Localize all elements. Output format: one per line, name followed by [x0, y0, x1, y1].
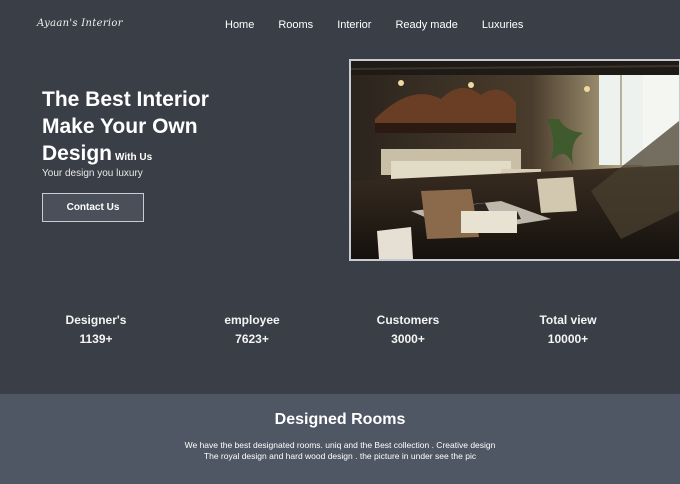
hero-title-suffix: With Us	[115, 152, 153, 163]
stat-value: 3000+	[391, 332, 425, 346]
hero-title-line-3: Design	[42, 142, 113, 165]
room-photo-illustration	[351, 61, 679, 259]
hero-title-line-2: Make Your Own	[42, 115, 198, 138]
hero-subtitle: Your design you luxury	[42, 168, 143, 179]
stat-total-view: Total view 10000+	[524, 313, 612, 346]
hero-title: The Best Interior Make Your Own Design Wi…	[42, 86, 302, 171]
stat-value: 7623+	[235, 332, 269, 346]
nav-ready-made-link[interactable]: Ready made	[395, 19, 457, 31]
hero-room-image	[349, 59, 680, 261]
stat-label: Total view	[539, 313, 597, 327]
stat-employee: employee 7623+	[208, 313, 296, 346]
hero-title-line-1: The Best Interior	[42, 88, 209, 111]
stat-value: 1139+	[79, 332, 113, 346]
stat-label: Customers	[376, 313, 440, 327]
stat-label: employee	[224, 313, 280, 327]
stat-designers: Designer's 1139+	[52, 313, 140, 346]
nav-interior-link[interactable]: Interior	[337, 19, 371, 31]
stat-value: 10000+	[547, 332, 589, 346]
description-line-2: The royal design and hard wood design . …	[203, 451, 477, 461]
stat-label: Designer's	[65, 313, 127, 327]
section-title: Designed Rooms	[274, 411, 406, 428]
section-description: We have the best designated rooms. uniq …	[0, 440, 680, 462]
hero-section: Ayaan's Interior Home Rooms Interior Rea…	[0, 0, 680, 394]
stat-customers: Customers 3000+	[364, 313, 452, 346]
description-line-1: We have the best designated rooms. uniq …	[184, 440, 496, 450]
main-nav: Home Rooms Interior Ready made Luxuries	[225, 19, 547, 31]
nav-luxuries-link[interactable]: Luxuries	[482, 19, 524, 31]
nav-home-link[interactable]: Home	[225, 19, 254, 31]
contact-us-button[interactable]: Contact Us	[42, 193, 144, 222]
logo[interactable]: Ayaan's Interior	[37, 18, 123, 29]
nav-rooms-link[interactable]: Rooms	[278, 19, 313, 31]
designed-rooms-section: Designed Rooms We have the best designat…	[0, 394, 680, 484]
